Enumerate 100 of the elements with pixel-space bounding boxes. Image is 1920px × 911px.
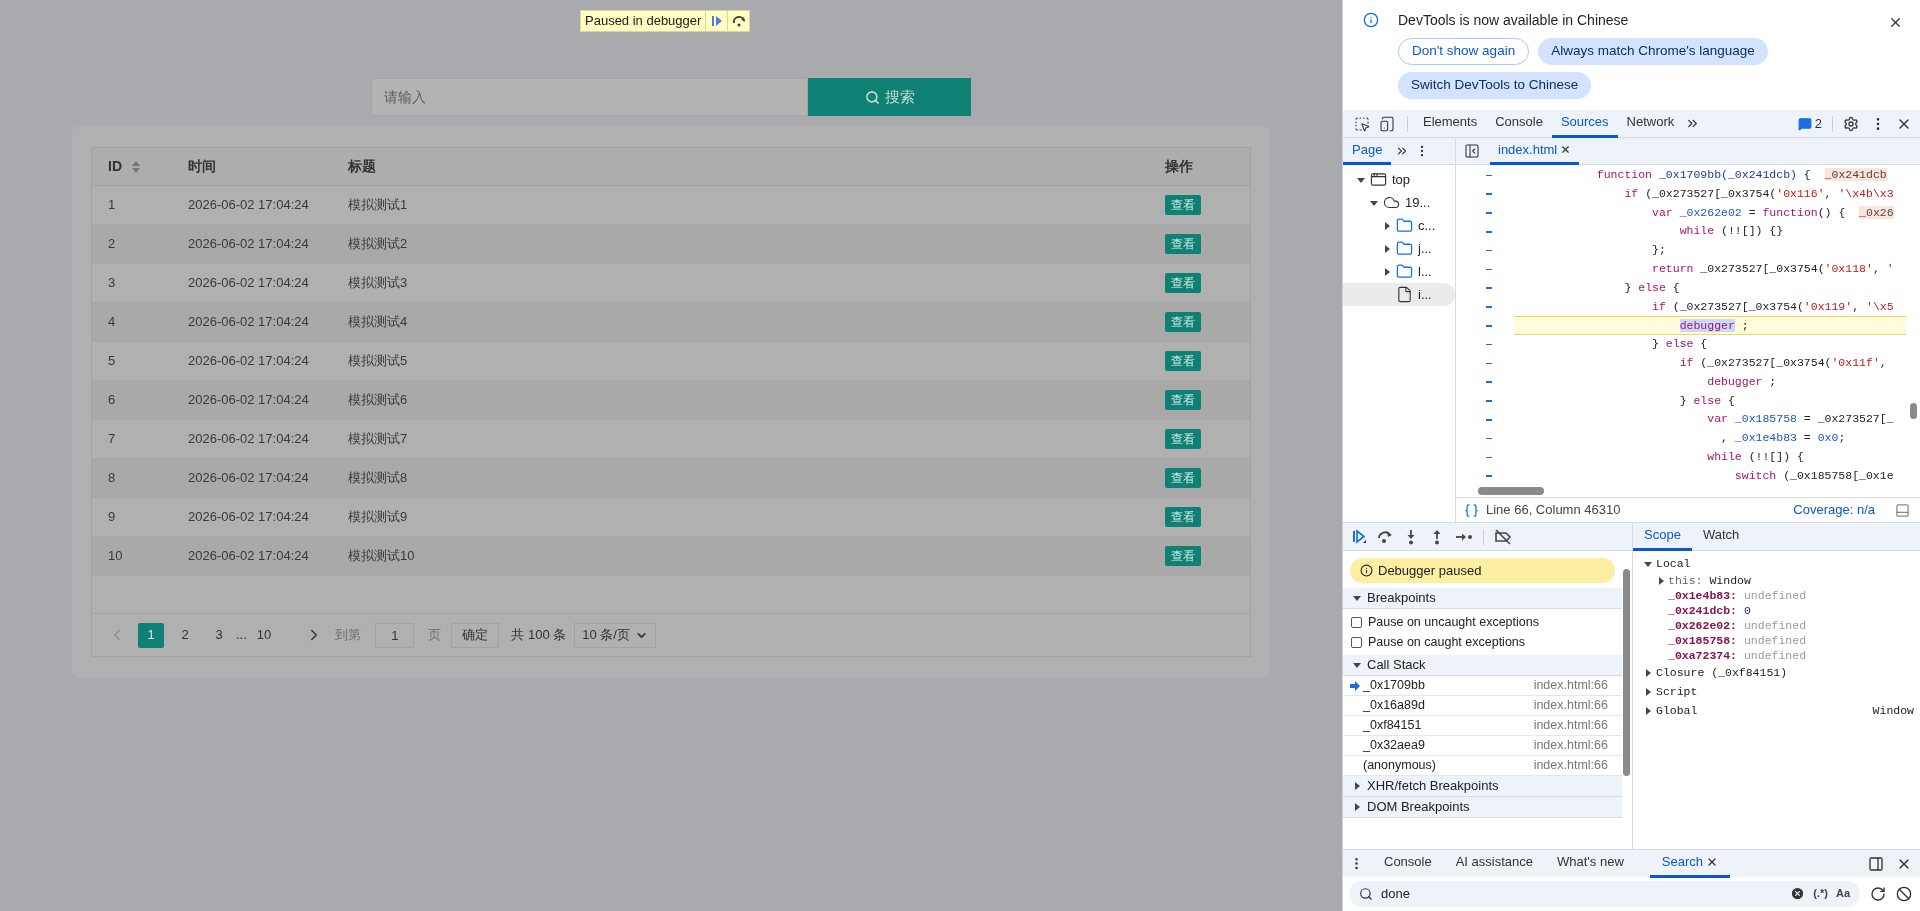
infobar-button[interactable]: Always match Chrome's language xyxy=(1538,38,1768,65)
triangle-icon[interactable] xyxy=(1383,267,1391,276)
coverage-link[interactable]: Coverage: n/a xyxy=(1793,500,1875,520)
page-button[interactable]: 10 xyxy=(250,622,278,648)
scope-group[interactable]: Closure (_0xf84151) xyxy=(1656,663,1788,682)
scrollbar[interactable] xyxy=(1478,487,1544,495)
section-header[interactable]: Breakpoints xyxy=(1343,588,1622,609)
checkbox-label: Pause on uncaught exceptions xyxy=(1368,613,1539,631)
match-case-toggle[interactable]: Aa xyxy=(1835,885,1850,902)
toggle-panel-icon[interactable] xyxy=(1895,502,1910,518)
page-button[interactable]: 1 xyxy=(138,622,164,648)
triangle-icon[interactable] xyxy=(1353,661,1361,669)
drawer-tab[interactable]: Search xyxy=(1649,849,1731,878)
device-toolbar-icon[interactable] xyxy=(1379,115,1395,132)
triangle-icon[interactable] xyxy=(1383,221,1391,230)
triangle-icon[interactable] xyxy=(1353,594,1361,602)
devtools-tab[interactable]: Console xyxy=(1486,109,1552,138)
page-button[interactable]: 3 xyxy=(206,622,232,648)
deactivate-breakpoints-icon[interactable] xyxy=(1494,528,1512,545)
search-icon xyxy=(1359,886,1373,901)
devtools-tab[interactable]: Elements xyxy=(1414,109,1487,138)
resume-icon[interactable] xyxy=(1351,528,1367,545)
drawer-tab[interactable]: Console xyxy=(1372,849,1444,878)
tree-label: j... xyxy=(1418,239,1432,258)
view-button[interactable]: 查看 xyxy=(1165,351,1201,371)
section-header[interactable]: Call Stack xyxy=(1343,655,1622,676)
scope-variable: _0xa72374: undefined xyxy=(1668,647,1807,664)
step-over-icon[interactable] xyxy=(1377,528,1393,545)
triangle-icon[interactable] xyxy=(1657,576,1665,585)
tree-item[interactable]: c... xyxy=(1343,214,1455,237)
scope-group[interactable]: Local xyxy=(1656,554,1691,573)
scrollbar[interactable] xyxy=(1623,569,1630,776)
triangle-icon[interactable] xyxy=(1370,198,1378,207)
table-cell: 2 xyxy=(108,236,116,252)
refresh-icon[interactable] xyxy=(1870,885,1886,902)
folder-icon xyxy=(1396,217,1413,234)
page-number-field[interactable]: 1 xyxy=(375,622,415,648)
view-button[interactable]: 查看 xyxy=(1165,234,1201,254)
close-icon[interactable] xyxy=(1888,15,1903,30)
clear-icon[interactable] xyxy=(1790,886,1806,901)
goto-label: 到第 xyxy=(335,626,362,645)
message-icon xyxy=(1797,116,1812,131)
triangle-icon[interactable] xyxy=(1644,687,1652,696)
scope-value: Window xyxy=(1872,702,1914,719)
close-icon[interactable] xyxy=(1560,144,1572,155)
scope-tab[interactable]: Scope xyxy=(1633,522,1692,551)
tree-item[interactable]: j... xyxy=(1343,237,1455,260)
triangle-icon[interactable] xyxy=(1353,803,1361,811)
scope-group[interactable]: Script xyxy=(1656,682,1698,701)
inspect-icon[interactable] xyxy=(1354,115,1370,132)
tree-item[interactable]: l... xyxy=(1343,260,1455,283)
table-cell: 2026-06-02 17:04:24 xyxy=(188,548,309,564)
scrollbar[interactable] xyxy=(1910,403,1917,419)
view-button[interactable]: 查看 xyxy=(1165,273,1201,293)
infobar-button[interactable]: Switch DevTools to Chinese xyxy=(1398,72,1592,99)
pretty-print-icon[interactable] xyxy=(1464,502,1479,518)
gutter-dash xyxy=(1486,212,1492,214)
checkbox[interactable] xyxy=(1351,636,1362,648)
section-header[interactable]: XHR/fetch Breakpoints xyxy=(1343,776,1622,797)
confirm-button[interactable]: 确定 xyxy=(451,622,500,648)
view-button[interactable]: 查看 xyxy=(1165,468,1201,488)
search-field[interactable]: 请输入 xyxy=(371,78,808,116)
section-header[interactable]: DOM Breakpoints xyxy=(1343,797,1622,818)
dock-icon[interactable] xyxy=(1868,855,1884,872)
tree-item[interactable]: i... xyxy=(1343,283,1455,306)
tree-label: c... xyxy=(1418,216,1436,235)
triangle-icon[interactable] xyxy=(1644,668,1652,677)
view-button[interactable]: 查看 xyxy=(1165,429,1201,449)
scope-tab[interactable]: Watch xyxy=(1691,522,1751,551)
toggle-navigator-icon[interactable] xyxy=(1464,143,1480,159)
infobar-button[interactable]: Don't show again xyxy=(1398,38,1530,65)
triangle-icon[interactable] xyxy=(1353,782,1361,790)
gutter-dash xyxy=(1486,419,1492,421)
issues-button[interactable]: 2 xyxy=(1797,113,1822,134)
view-button[interactable]: 查看 xyxy=(1165,312,1201,332)
settings-icon[interactable] xyxy=(1843,115,1859,132)
code-line: if (_0x273527[_0x3754('0x116', '\x4b\x3 xyxy=(1623,185,1895,202)
cursor-position: Line 66, Column 46310 xyxy=(1486,501,1621,520)
triangle-icon[interactable] xyxy=(1383,244,1391,253)
triangle-icon[interactable] xyxy=(1357,175,1365,184)
view-button[interactable]: 查看 xyxy=(1165,507,1201,527)
view-button[interactable]: 查看 xyxy=(1165,195,1201,215)
view-button[interactable]: 查看 xyxy=(1165,546,1201,566)
devtools-tab[interactable]: Network xyxy=(1617,109,1684,138)
view-button[interactable]: 查看 xyxy=(1165,390,1201,410)
regex-toggle[interactable]: (.*) xyxy=(1813,885,1828,902)
drawer-tab[interactable]: What's new xyxy=(1545,849,1636,878)
folder-icon xyxy=(1396,263,1413,280)
search-field[interactable]: done (.*) Aa xyxy=(1349,880,1860,907)
tree-item[interactable]: 19... xyxy=(1343,191,1455,214)
clear-search-icon[interactable] xyxy=(1896,885,1912,902)
gutter-dash xyxy=(1486,249,1492,252)
page-button[interactable]: 2 xyxy=(172,622,198,648)
scope-group[interactable]: Global xyxy=(1656,701,1698,720)
drawer-tab[interactable]: AI assistance xyxy=(1443,849,1546,878)
tree-item[interactable]: top xyxy=(1343,168,1455,191)
triangle-icon[interactable] xyxy=(1644,706,1652,715)
page-size-select[interactable]: 10 条/页 xyxy=(574,622,656,648)
triangle-icon[interactable] xyxy=(1644,559,1652,568)
checkbox[interactable] xyxy=(1351,616,1362,628)
